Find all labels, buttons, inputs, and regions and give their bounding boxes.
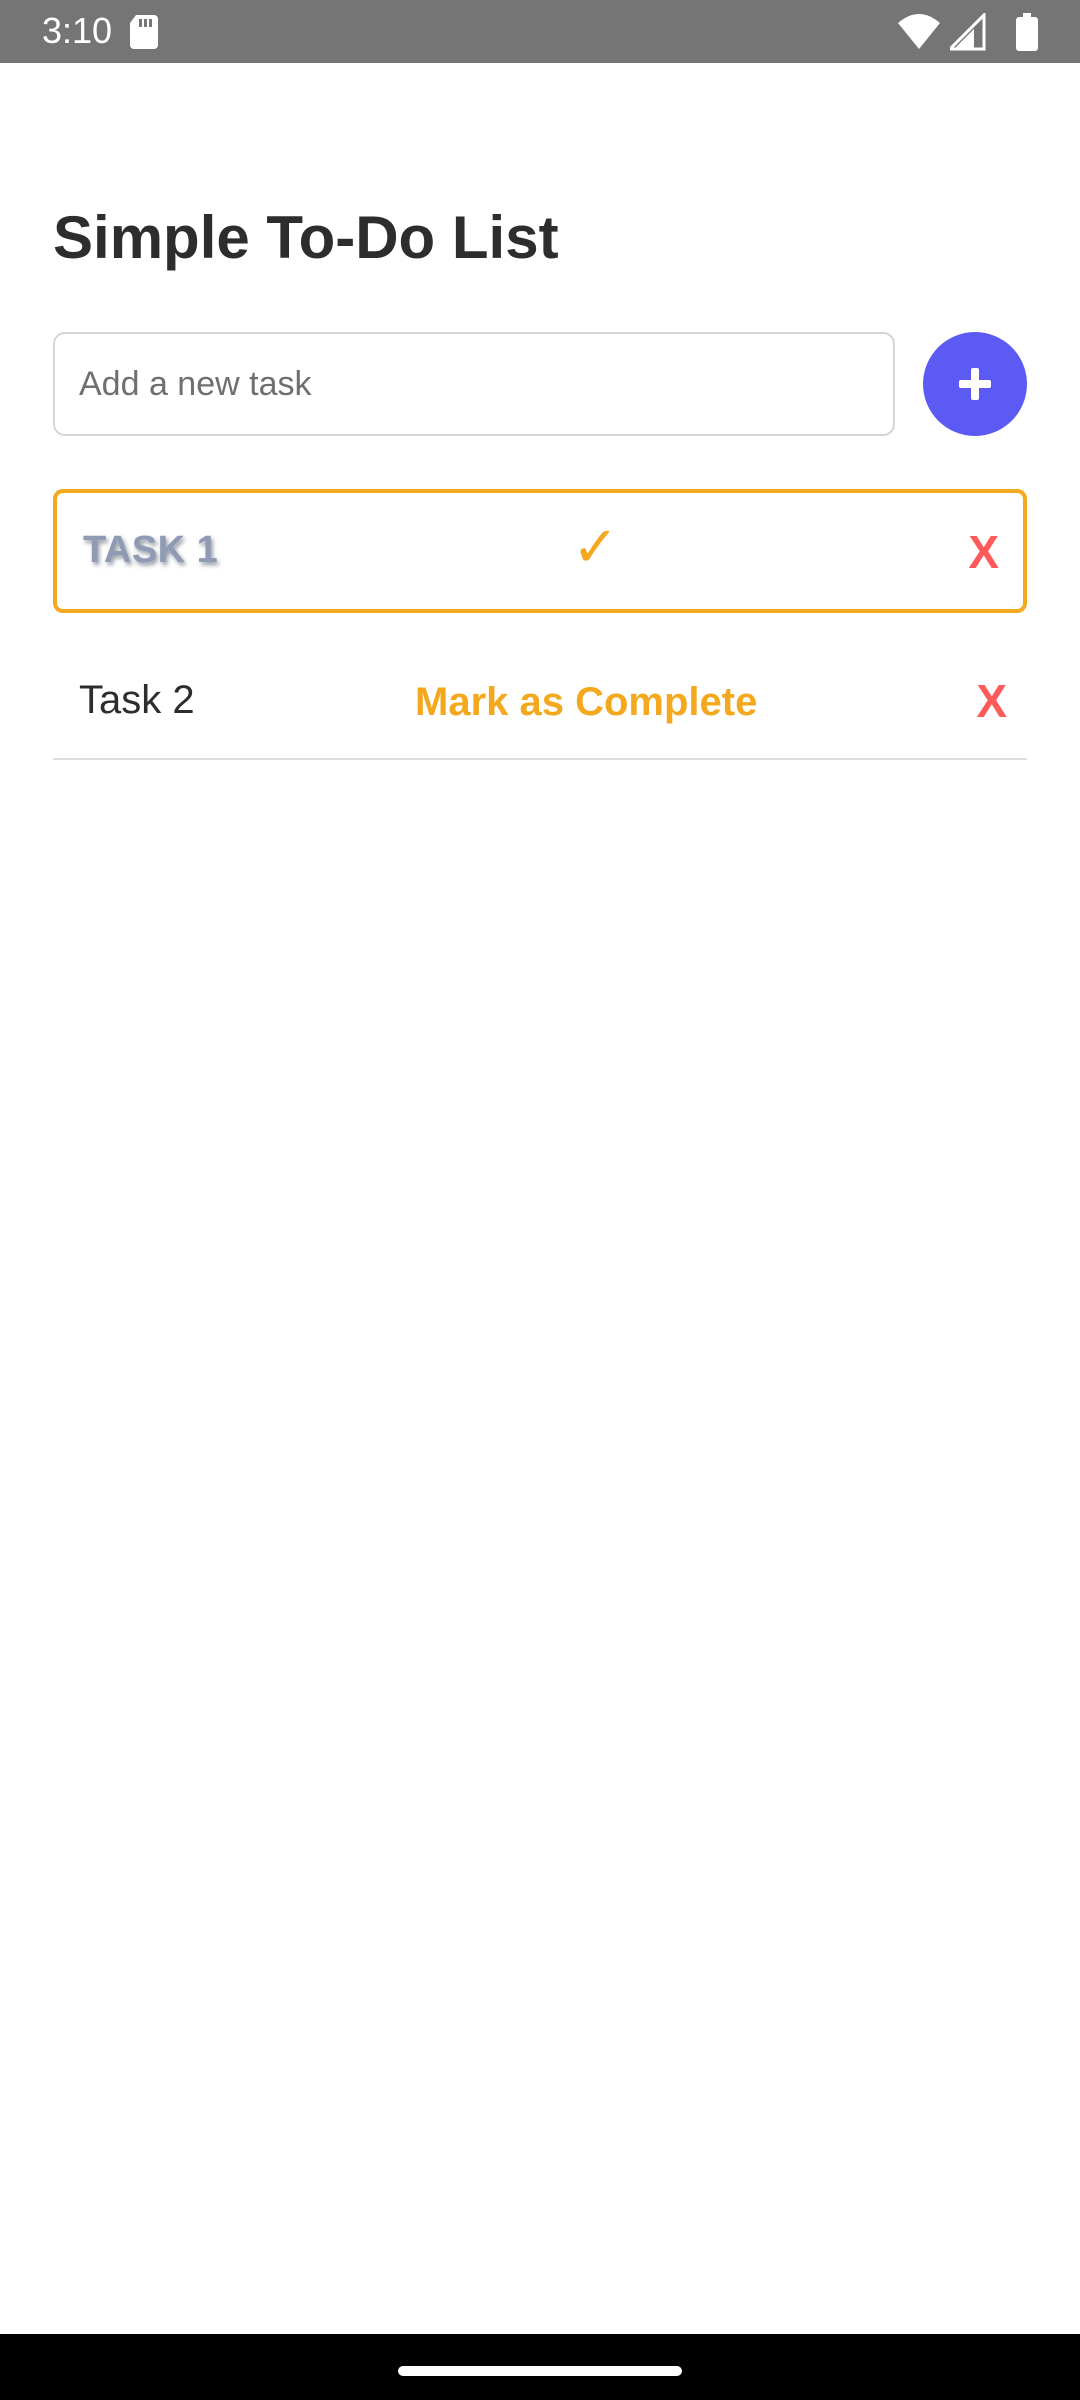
page-title: Simple To-Do List <box>53 204 559 271</box>
navigation-bar <box>0 2334 1080 2400</box>
status-bar: 3:10 <box>0 0 1080 63</box>
mark-complete-button[interactable]: Mark as Complete <box>415 680 757 725</box>
battery-icon <box>1016 13 1038 51</box>
signal-icon <box>946 11 986 51</box>
delete-task-button[interactable]: X <box>976 674 1007 728</box>
task-name: TASK 1 <box>83 529 219 571</box>
task-row: Task 2 Mark as Complete X <box>53 648 1027 760</box>
app-screen: 3:10 Simple To-Do List Add a new task TA… <box>0 0 1080 2400</box>
status-time: 3:10 <box>42 10 113 51</box>
checkmark-icon[interactable]: ✓ <box>572 513 619 583</box>
new-task-input[interactable] <box>53 332 895 436</box>
wifi-icon <box>898 13 940 51</box>
plus-icon <box>959 368 991 400</box>
sd-card-icon <box>130 15 158 49</box>
task-name: Task 2 <box>79 678 195 722</box>
delete-task-button[interactable]: X <box>968 525 999 579</box>
task-row: TASK 1 ✓ X <box>53 489 1027 613</box>
add-task-button[interactable] <box>923 332 1027 436</box>
home-gesture-handle[interactable] <box>398 2366 682 2376</box>
